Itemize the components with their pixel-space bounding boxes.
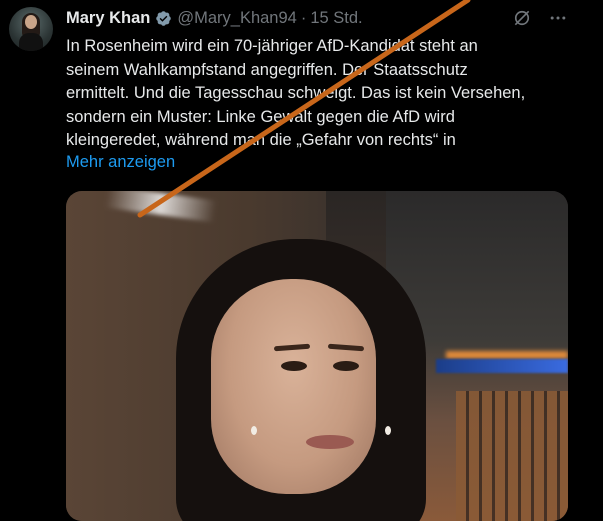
more-options-icon[interactable] xyxy=(548,8,568,28)
tweet-text-line: kleingeredet, während man die „Gefahr vo… xyxy=(66,131,456,149)
author-name[interactable]: Mary Khan xyxy=(66,9,150,28)
grok-icon[interactable] xyxy=(512,8,532,28)
separator-dot: · xyxy=(300,8,307,27)
tweet-text: In Rosenheim wird ein 70-jähriger AfD-Ka… xyxy=(66,35,566,153)
tweet-text-line: ermittelt. Und die Tagesschau schweigt. … xyxy=(66,84,526,102)
tweet-text-line: In Rosenheim wird ein 70-jähriger AfD-Ka… xyxy=(66,37,478,55)
tweet-media-image[interactable] xyxy=(66,191,568,521)
tweet-text-line: sondern ein Muster: Linke Gewalt gegen d… xyxy=(66,107,455,126)
tweet-timestamp[interactable]: 15 Std. xyxy=(310,9,362,28)
verified-badge-icon xyxy=(156,10,172,26)
author-avatar[interactable] xyxy=(9,7,53,51)
tweet-header: Mary Khan @Mary_Khan94 · 15 Std. xyxy=(66,6,363,30)
author-handle[interactable]: @Mary_Khan94 xyxy=(177,9,296,28)
tweet-text-line: seinem Wahlkampfstand angegriffen. Der S… xyxy=(66,60,468,79)
show-more-link[interactable]: Mehr anzeigen xyxy=(66,153,175,172)
